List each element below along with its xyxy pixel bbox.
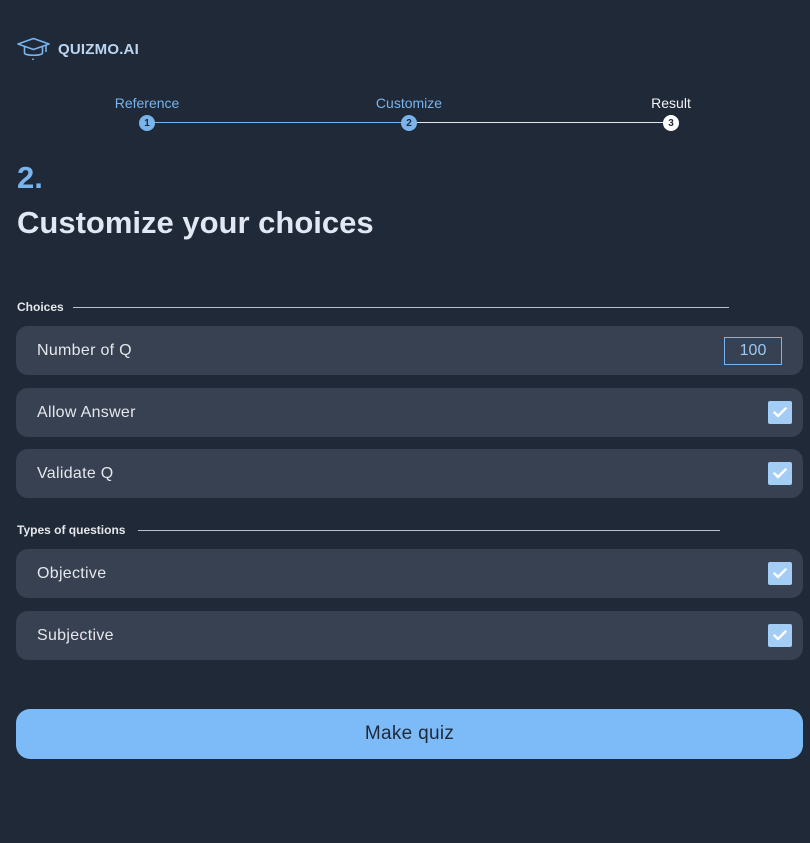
validate-q-label: Validate Q xyxy=(37,464,114,482)
step-customize-label[interactable]: Customize xyxy=(376,95,442,111)
step-number: 2. xyxy=(17,160,43,195)
allow-answer-row[interactable]: Allow Answer xyxy=(16,388,803,437)
step-result-dot[interactable]: 3 xyxy=(663,115,679,131)
types-section-header: Types of questions xyxy=(17,523,721,537)
types-section-label: Types of questions xyxy=(17,523,126,537)
choices-section-label: Choices xyxy=(17,300,64,314)
page-title: Customize your choices xyxy=(17,205,374,240)
subjective-label: Subjective xyxy=(37,626,114,644)
objective-row[interactable]: Objective xyxy=(16,549,803,598)
step-reference-dot[interactable]: 1 xyxy=(139,115,155,131)
number-of-q-input[interactable] xyxy=(724,336,782,365)
customize-page: QUIZMO.AI Reference 1 Customize 2 Result… xyxy=(0,0,810,843)
checkmark-icon xyxy=(773,630,787,641)
section-divider xyxy=(72,306,729,308)
stepper-line-2 xyxy=(409,122,671,123)
validate-q-checkbox[interactable] xyxy=(768,462,792,485)
checkmark-icon xyxy=(773,407,787,418)
step-customize-dot[interactable]: 2 xyxy=(401,115,417,131)
subjective-row[interactable]: Subjective xyxy=(16,611,803,660)
number-of-q-row: Number of Q xyxy=(16,326,803,375)
objective-checkbox[interactable] xyxy=(768,562,792,585)
validate-q-row[interactable]: Validate Q xyxy=(16,449,803,498)
allow-answer-label: Allow Answer xyxy=(37,403,136,421)
checkmark-icon xyxy=(773,568,787,579)
brand-logo[interactable]: QUIZMO.AI xyxy=(16,37,139,61)
progress-stepper: Reference 1 Customize 2 Result 3 xyxy=(0,92,810,136)
number-of-q-label: Number of Q xyxy=(37,341,132,359)
allow-answer-checkbox[interactable] xyxy=(768,401,792,424)
make-quiz-button[interactable]: Make quiz xyxy=(16,709,803,759)
choices-section-header: Choices xyxy=(17,300,729,314)
step-reference-label[interactable]: Reference xyxy=(115,95,180,111)
checkmark-icon xyxy=(773,468,787,479)
section-divider xyxy=(138,529,721,531)
step-result-label[interactable]: Result xyxy=(651,95,691,111)
stepper-line-1 xyxy=(147,122,409,123)
brand-name: QUIZMO.AI xyxy=(58,40,139,58)
objective-label: Objective xyxy=(37,564,107,582)
subjective-checkbox[interactable] xyxy=(768,624,792,647)
graduation-cap-icon xyxy=(16,37,51,61)
